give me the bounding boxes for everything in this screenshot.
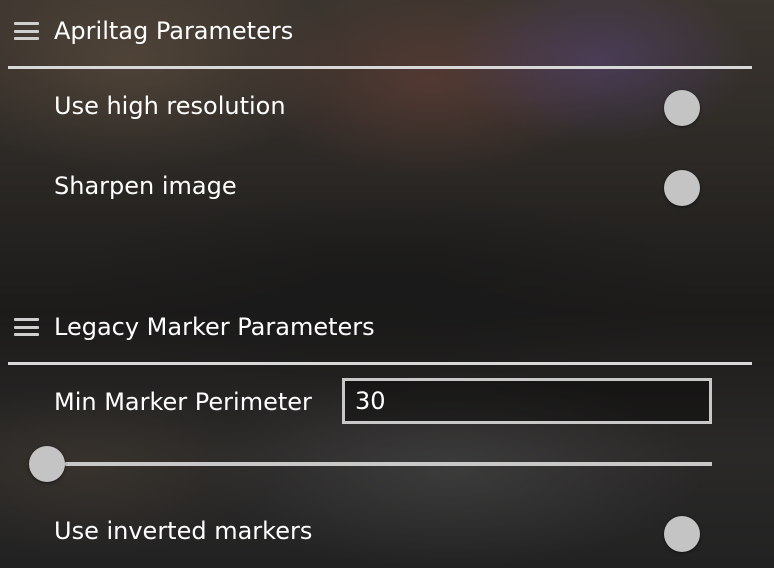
section-header-apriltag: Apriltag Parameters — [0, 11, 774, 51]
setting-label-use-high-resolution: Use high resolution — [54, 92, 286, 120]
section-title: Legacy Marker Parameters — [54, 313, 375, 341]
setting-label-use-inverted-markers: Use inverted markers — [54, 517, 313, 545]
section-divider — [8, 66, 752, 69]
min-marker-perimeter-slider-track[interactable] — [46, 462, 712, 466]
min-marker-perimeter-slider-thumb[interactable] — [29, 446, 65, 482]
section-title: Apriltag Parameters — [54, 17, 294, 45]
setting-label-min-marker-perimeter: Min Marker Perimeter — [54, 388, 312, 416]
setting-label-sharpen-image: Sharpen image — [54, 172, 237, 200]
section-header-legacy-marker: Legacy Marker Parameters — [0, 307, 774, 347]
toggle-sharpen-image[interactable] — [664, 170, 700, 206]
min-marker-perimeter-input[interactable] — [342, 378, 712, 424]
toggle-use-inverted-markers[interactable] — [664, 516, 700, 552]
hamburger-icon[interactable] — [14, 22, 39, 40]
toggle-use-high-resolution[interactable] — [664, 90, 700, 126]
hamburger-icon[interactable] — [14, 318, 39, 336]
section-divider — [8, 362, 752, 365]
